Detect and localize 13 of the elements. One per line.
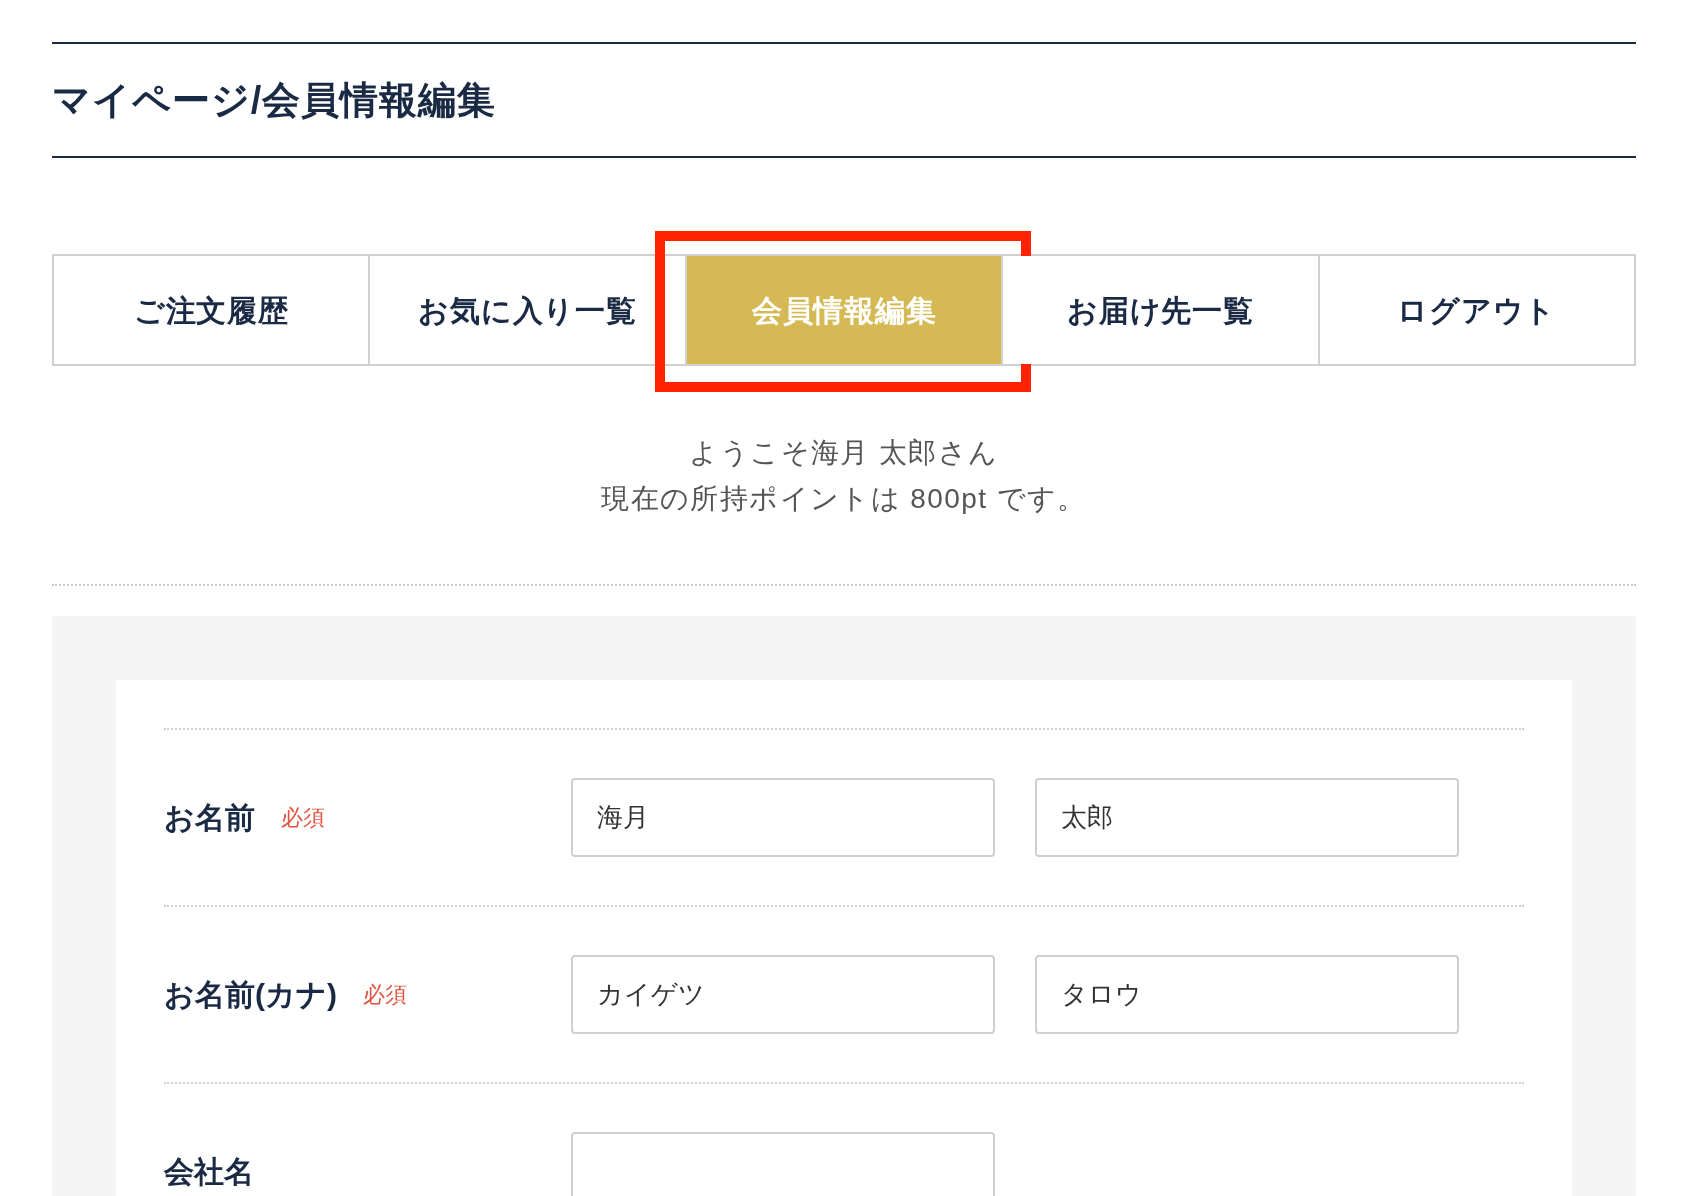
- field-label: お名前(カナ): [164, 977, 337, 1013]
- text-field[interactable]: タロウ: [1035, 955, 1459, 1034]
- text-field[interactable]: 太郎: [1035, 778, 1459, 857]
- required-mark: 必須: [281, 804, 325, 832]
- text-field[interactable]: カイゲツ: [571, 955, 995, 1034]
- text-field[interactable]: 海月: [571, 778, 995, 857]
- page-title: マイページ/会員情報編集: [52, 77, 496, 123]
- field-label: 会社名: [164, 1154, 254, 1190]
- field-label: お名前: [164, 800, 255, 836]
- welcome-text: 現在の所持ポイントは 800pt です。: [601, 482, 1087, 516]
- welcome-text: ようこそ海月 太郎さん: [689, 436, 999, 470]
- required-mark: 必須: [363, 981, 407, 1009]
- text-field[interactable]: [571, 1132, 995, 1196]
